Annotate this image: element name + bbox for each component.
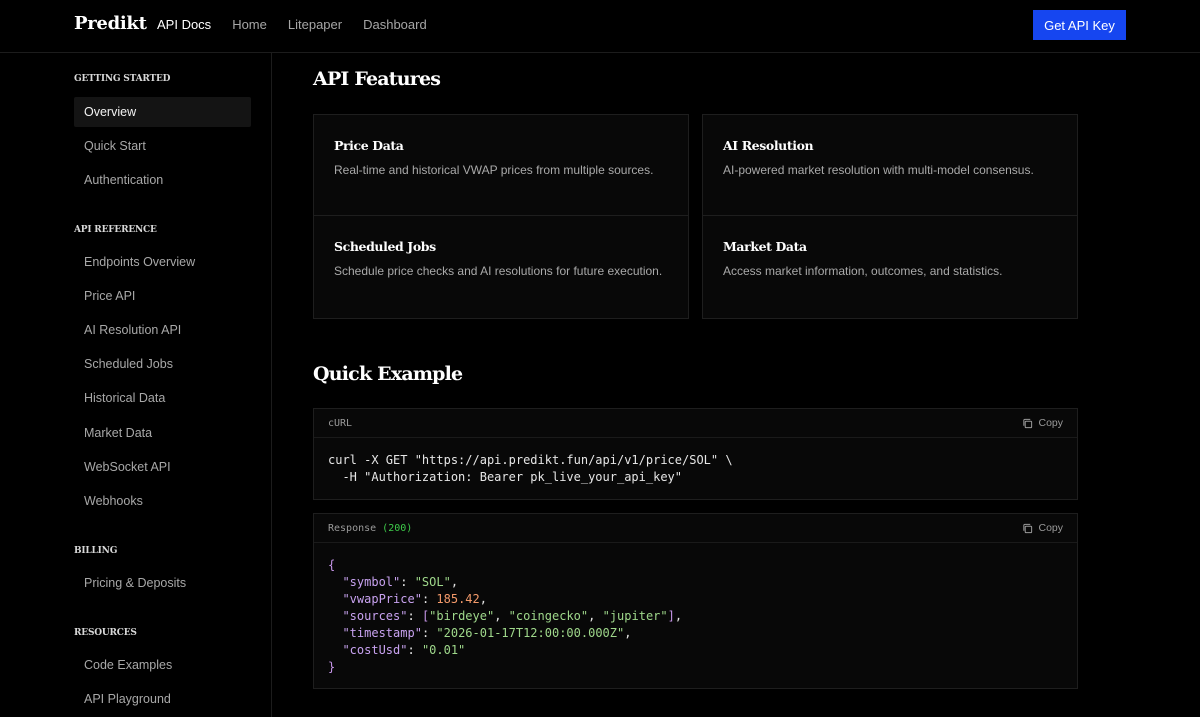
feature-card-price-data: Price Data Real-time and historical VWAP… [313, 114, 689, 218]
json-value: "0.01" [421, 643, 466, 657]
json-value: "SOL" [414, 575, 451, 589]
nav-litepaper[interactable]: Litepaper [288, 17, 342, 32]
feature-card-description: AI-powered market resolution with multi-… [723, 163, 1034, 177]
top-navigation-bar: Predikt API Docs Home Litepaper Dashboar… [0, 0, 1200, 53]
feature-card-ai-resolution: AI Resolution AI-powered market resoluti… [702, 114, 1078, 218]
json-value: "coingecko" [508, 609, 589, 623]
sidebar-item-api-playground[interactable]: API Playground [74, 684, 251, 714]
copy-icon [1023, 523, 1033, 533]
copy-icon [1023, 418, 1033, 428]
nav-home[interactable]: Home [232, 17, 267, 32]
code-line: -H "Authorization: Bearer pk_live_your_a… [328, 470, 683, 484]
sidebar-section-api-reference: API REFERENCE [74, 225, 157, 235]
get-api-key-button[interactable]: Get API Key [1033, 10, 1126, 40]
feature-card-scheduled-jobs: Scheduled Jobs Schedule price checks and… [313, 215, 689, 319]
curl-code-block: cURL Copy curl -X GET "https://api.predi… [313, 408, 1078, 500]
response-json: { "symbol": "SOL", "vwapPrice": 185.42, … [328, 558, 683, 674]
code-line: curl -X GET "https://api.predikt.fun/api… [328, 453, 733, 467]
curl-code: curl -X GET "https://api.predikt.fun/api… [314, 438, 1077, 486]
json-key: "symbol" [342, 575, 401, 589]
api-features-heading: API Features [313, 68, 441, 90]
sidebar-item-historical-data[interactable]: Historical Data [74, 383, 251, 413]
json-key: "vwapPrice" [342, 592, 422, 606]
json-value: "2026-01-17T12:00:00.000Z" [436, 626, 625, 640]
sidebar-section-getting-started: GETTING STARTED [74, 74, 171, 84]
copy-button[interactable]: Copy [1022, 522, 1063, 534]
sidebar-item-price-api[interactable]: Price API [74, 281, 251, 311]
json-brace: { [328, 558, 336, 572]
json-key: "timestamp" [342, 626, 422, 640]
feature-card-market-data: Market Data Access market information, o… [702, 215, 1078, 319]
sidebar-item-authentication[interactable]: Authentication [74, 165, 251, 195]
sidebar-item-code-examples[interactable]: Code Examples [74, 650, 251, 680]
sidebar-item-webhooks[interactable]: Webhooks [74, 486, 251, 516]
feature-card-description: Access market information, outcomes, and… [723, 264, 1003, 278]
feature-card-description: Real-time and historical VWAP prices fro… [334, 163, 654, 177]
code-block-header: cURL Copy [314, 409, 1077, 438]
docs-sidebar: GETTING STARTED Overview Quick Start Aut… [0, 53, 272, 717]
nav-dashboard[interactable]: Dashboard [363, 17, 427, 32]
sidebar-item-market-data[interactable]: Market Data [74, 418, 251, 448]
quick-example-heading: Quick Example [313, 363, 463, 385]
sidebar-item-pricing-deposits[interactable]: Pricing & Deposits [74, 568, 251, 598]
sidebar-section-billing: BILLING [74, 546, 118, 556]
main-nav: API Docs Home Litepaper Dashboard [157, 17, 427, 32]
brand-logo[interactable]: Predikt [74, 13, 147, 34]
sidebar-item-endpoints-overview[interactable]: Endpoints Overview [74, 247, 251, 277]
response-label: Response [328, 522, 377, 534]
response-code-block: Response (200) Copy { "symbol": "SOL", "… [313, 513, 1078, 689]
json-value: "birdeye" [429, 609, 495, 623]
copy-button[interactable]: Copy [1022, 417, 1063, 429]
json-value: 185.42 [436, 592, 480, 606]
json-value: "jupiter" [602, 609, 668, 623]
json-key: "costUsd" [342, 643, 408, 657]
feature-card-title: Market Data [723, 239, 807, 254]
feature-card-title: AI Resolution [723, 138, 814, 153]
nav-api-docs[interactable]: API Docs [157, 17, 211, 32]
sidebar-item-overview[interactable]: Overview [74, 97, 251, 127]
sidebar-item-ai-resolution-api[interactable]: AI Resolution API [74, 315, 251, 345]
sidebar-section-resources: RESOURCES [74, 628, 137, 638]
feature-card-title: Scheduled Jobs [334, 239, 436, 254]
sidebar-item-scheduled-jobs[interactable]: Scheduled Jobs [74, 349, 251, 379]
sidebar-item-quick-start[interactable]: Quick Start [74, 131, 251, 161]
copy-label: Copy [1038, 522, 1063, 534]
status-code: (200) [382, 522, 413, 534]
sidebar-item-websocket-api[interactable]: WebSocket API [74, 452, 251, 482]
copy-label: Copy [1038, 417, 1063, 429]
feature-card-title: Price Data [334, 138, 404, 153]
code-block-header: Response (200) Copy [314, 514, 1077, 543]
json-key: "sources" [342, 609, 408, 623]
feature-card-description: Schedule price checks and AI resolutions… [334, 264, 663, 278]
code-language-label: cURL [328, 417, 353, 429]
json-brace: } [328, 660, 336, 674]
